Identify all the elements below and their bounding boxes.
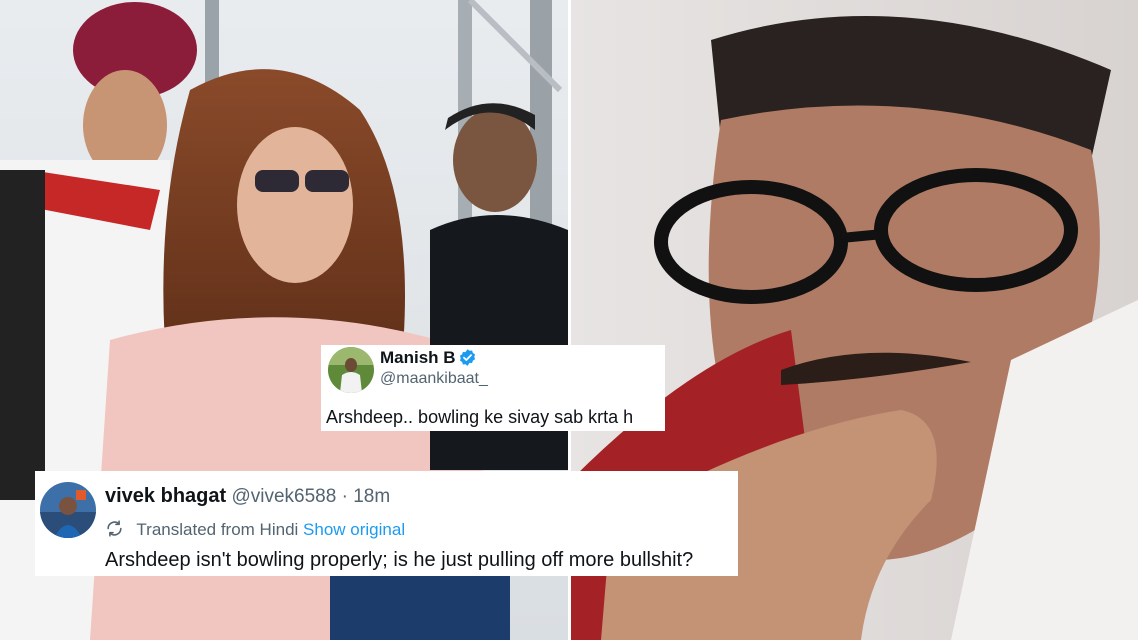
- avatar[interactable]: [328, 347, 374, 393]
- tweet-card-vivek[interactable]: vivek bhagat @vivek6588 · 18m Translated…: [35, 471, 738, 576]
- author-handle[interactable]: @vivek6588: [231, 486, 336, 507]
- show-original-link[interactable]: Show original: [303, 520, 405, 539]
- author-name[interactable]: Manish B: [380, 348, 456, 368]
- translated-label: Translated from Hindi: [136, 520, 299, 539]
- dot-separator: ·: [341, 486, 348, 507]
- verified-badge-icon: [458, 348, 477, 367]
- avatar[interactable]: [40, 482, 96, 538]
- tweet-text: Arshdeep.. bowling ke sivay sab krta h: [326, 407, 634, 427]
- author-name[interactable]: vivek bhagat: [105, 485, 226, 507]
- tweet-header: vivek bhagat @vivek6588 · 18m: [105, 484, 390, 509]
- translation-row: Translated from Hindi Show original: [105, 519, 405, 541]
- author-handle[interactable]: @maankibaat_: [380, 369, 488, 389]
- translate-icon: [105, 519, 124, 538]
- tweet-card-manish[interactable]: Manish B @maankibaat_ Arshdeep.. bowling…: [321, 345, 665, 431]
- tweet-text: Arshdeep isn't bowling properly; is he j…: [105, 549, 694, 571]
- tweet-time[interactable]: 18m: [353, 486, 390, 507]
